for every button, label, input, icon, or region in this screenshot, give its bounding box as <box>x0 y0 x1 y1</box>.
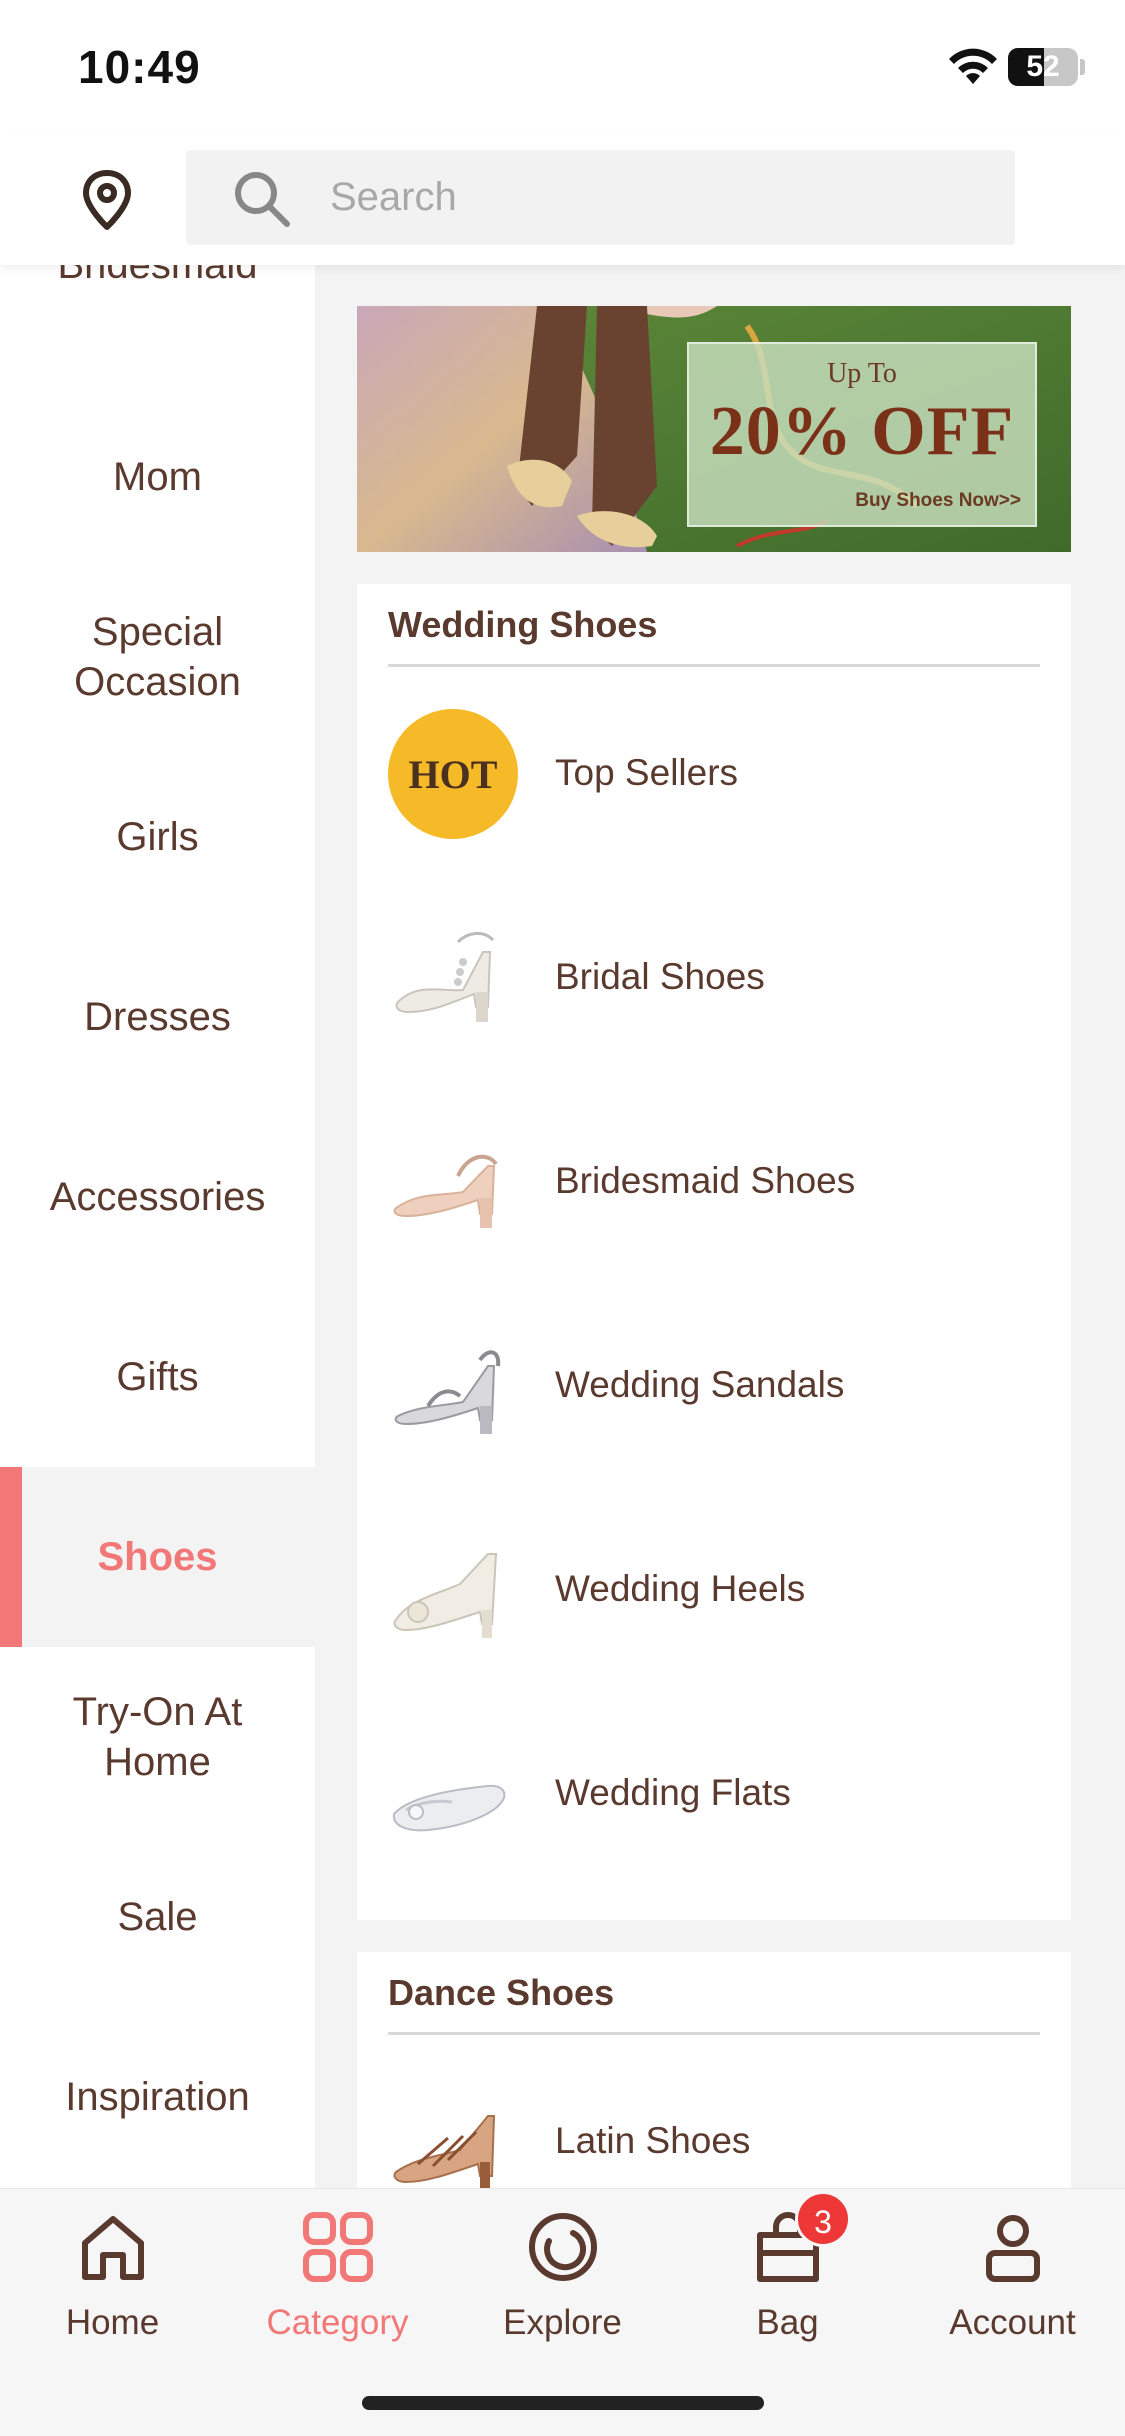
sidebar-item-gifts[interactable]: Gifts <box>0 1287 315 1467</box>
battery-level: 52 <box>1026 50 1060 83</box>
banner-offer: 20% OFF <box>709 393 1015 470</box>
sidebar-item-try-on-at-home[interactable]: Try-On At Home <box>0 1647 315 1827</box>
list-item-label: Bridal Shoes <box>555 956 765 997</box>
search-icon <box>235 172 290 227</box>
sidebar-item-accessories[interactable]: Accessories <box>0 1107 315 1287</box>
latin-shoe-icon <box>393 2115 496 2188</box>
section-divider <box>388 2032 1040 2035</box>
tab-explore[interactable]: Explore <box>450 2209 675 2349</box>
battery-icon: 52 <box>1008 48 1078 86</box>
battery-nub <box>1080 59 1085 75</box>
list-item-bridal-shoes[interactable]: Bridal Shoes <box>357 875 1071 1079</box>
sidebar-item-girls[interactable]: Girls <box>0 747 315 927</box>
tab-label: Category <box>266 2303 409 2342</box>
list-item-top-sellers[interactable]: HOT Top Sellers <box>357 671 1071 875</box>
sidebar-item-mom[interactable]: Mom <box>0 387 315 567</box>
dance-shoes-section: Dance Shoes Latin Shoes <box>357 1952 1071 2188</box>
status-time: 10:49 <box>78 41 201 93</box>
bridesmaid-shoe-icon <box>393 1154 498 1228</box>
bag-count-badge: 3 <box>795 2191 851 2247</box>
list-item-label: Wedding Flats <box>555 1772 791 1813</box>
home-indicator <box>362 2396 764 2410</box>
tab-bag[interactable]: 3 Bag <box>675 2191 900 2349</box>
sidebar-item-sale[interactable]: Sale <box>0 1827 315 2007</box>
tab-label: Home <box>65 2303 160 2342</box>
list-item-wedding-sandals[interactable]: Wedding Sandals <box>357 1283 1071 1487</box>
tab-label: Explore <box>503 2303 622 2342</box>
wedding-shoes-section: Wedding Shoes HOT Top Sellers Bridal Sho… <box>357 584 1071 1920</box>
heel-icon <box>393 1553 498 1638</box>
sidebar-item-shoes[interactable]: Shoes <box>0 1467 315 1647</box>
list-item-wedding-heels[interactable]: Wedding Heels <box>357 1487 1071 1691</box>
list-item-label: Wedding Heels <box>555 1568 806 1609</box>
header <box>0 135 1125 265</box>
tab-label: Bag <box>756 2303 819 2342</box>
explore-icon <box>529 2213 597 2281</box>
account-icon <box>986 2215 1040 2282</box>
sandal-icon <box>394 1350 501 1434</box>
home-icon <box>82 2216 144 2280</box>
flat-shoe-icon <box>392 1784 506 1832</box>
list-item-latin-shoes[interactable]: Latin Shoes <box>357 2039 1071 2188</box>
wifi-icon <box>949 48 997 84</box>
category-sidebar: Bridesmaid Mom Special Occasion Girls Dr… <box>0 265 315 2188</box>
sidebar-item-bridesmaid[interactable]: Bridesmaid <box>0 265 315 355</box>
tab-home[interactable]: Home <box>0 2209 225 2349</box>
list-item-label: Bridesmaid Shoes <box>555 1160 856 1201</box>
sidebar-item-dresses[interactable]: Dresses <box>0 927 315 1107</box>
list-item-label: Wedding Sandals <box>555 1364 845 1405</box>
list-item-wedding-flats[interactable]: Wedding Flats <box>357 1691 1071 1895</box>
tab-label: Account <box>949 2303 1076 2342</box>
sidebar-item-special-occasion[interactable]: Special Occasion <box>0 567 315 747</box>
list-item-label: Latin Shoes <box>555 2120 751 2161</box>
section-title: Wedding Shoes <box>388 604 658 645</box>
banner-offer-box: Up To 20% OFF Buy Shoes Now>> <box>687 342 1037 527</box>
list-item-bridesmaid-shoes[interactable]: Bridesmaid Shoes <box>357 1079 1071 1283</box>
status-bar: 10:49 52 <box>0 0 1125 135</box>
promo-banner[interactable]: Up To 20% OFF Buy Shoes Now>> <box>357 306 1071 552</box>
sidebar-item-inspiration[interactable]: Inspiration <box>0 2007 315 2187</box>
search-input[interactable] <box>330 150 970 245</box>
location-pin-icon[interactable] <box>80 169 134 231</box>
banner-up-to: Up To <box>827 358 897 389</box>
section-title: Dance Shoes <box>388 1972 615 2013</box>
category-grid-icon <box>303 2212 373 2282</box>
tab-account[interactable]: Account <box>900 2209 1125 2349</box>
bridal-shoe-icon <box>395 932 495 1022</box>
section-divider <box>388 664 1040 667</box>
tab-category[interactable]: Category <box>225 2209 450 2349</box>
search-bar[interactable] <box>186 150 1015 245</box>
list-item-label: Top Sellers <box>555 752 739 793</box>
banner-cta[interactable]: Buy Shoes Now>> <box>855 490 1021 512</box>
hot-badge: HOT <box>388 709 518 839</box>
